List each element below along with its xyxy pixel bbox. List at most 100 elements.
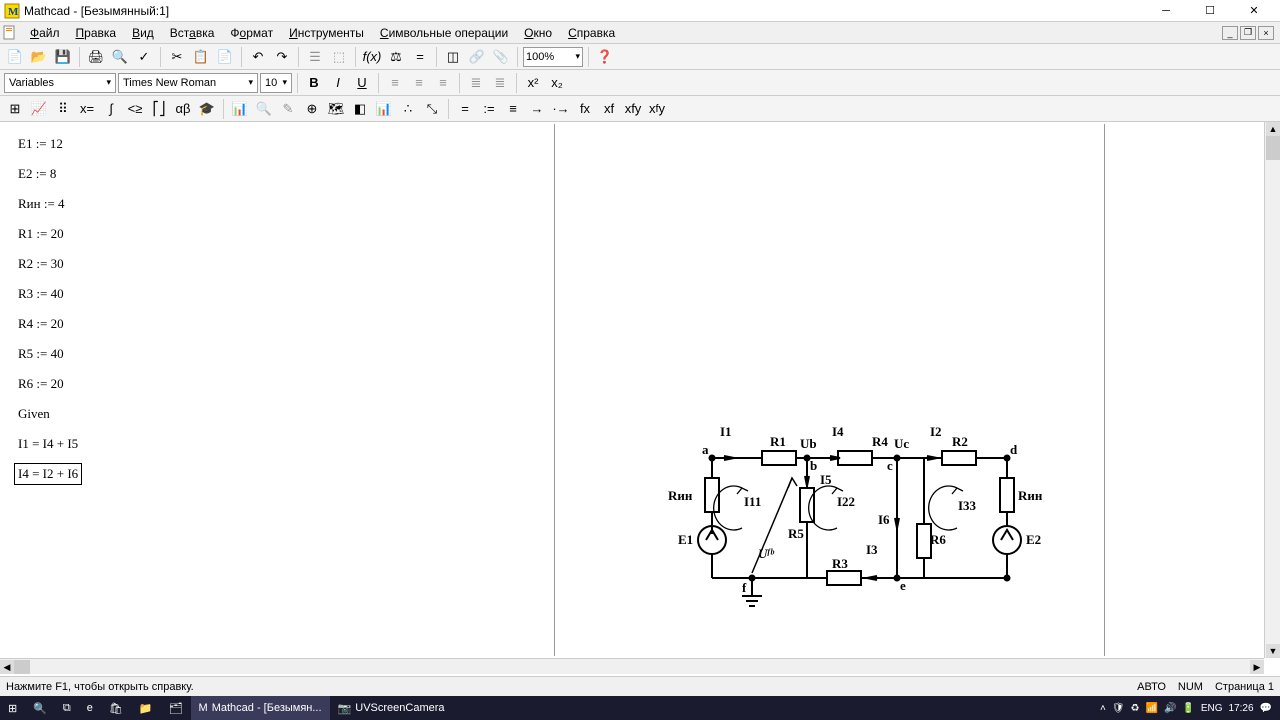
dot-arrow-button[interactable]: ·→ (550, 98, 572, 120)
open-button[interactable]: 📂 (28, 46, 50, 68)
menu-format[interactable]: Формат (222, 24, 281, 42)
search-button[interactable]: 🔍 (25, 696, 55, 720)
vector-plot-button[interactable]: ⤡ (421, 98, 443, 120)
unit-button[interactable]: ⚖ (385, 46, 407, 68)
taskbar-mathcad[interactable]: M Mathcad - [Безымян... (191, 696, 330, 720)
fx-button[interactable]: fx (574, 98, 596, 120)
size-combo[interactable]: 10 (260, 73, 292, 93)
align-right-button[interactable]: ≡ (432, 72, 454, 94)
matrix-palette[interactable]: ⠿ (52, 98, 74, 120)
tray-sync-icon[interactable]: ♻ (1131, 703, 1140, 714)
contour-plot-button[interactable]: ◧ (349, 98, 371, 120)
bold-button[interactable]: B (303, 72, 325, 94)
menu-edit[interactable]: Правка (68, 24, 125, 42)
close-button[interactable]: ✕ (1232, 1, 1276, 21)
explorer-button[interactable]: 🗂 (161, 696, 191, 720)
scroll-down-arrow[interactable]: ▼ (1266, 644, 1280, 658)
graph-palette[interactable]: 📈 (28, 98, 50, 120)
boolean-palette[interactable]: <≥ (124, 98, 146, 120)
document-area[interactable]: E1 := 12 E2 := 8 Rин := 4 R1 := 20 R2 :=… (2, 124, 1262, 656)
tray-chevron-icon[interactable]: ˄ (1100, 703, 1106, 714)
menu-symbolic[interactable]: Символьные операции (372, 24, 516, 42)
mdi-minimize[interactable]: _ (1222, 26, 1238, 40)
numbering-button[interactable]: ≣ (489, 72, 511, 94)
bool-equals-button[interactable]: ≡ (502, 98, 524, 120)
calculate-button[interactable]: = (409, 46, 431, 68)
bullets-button[interactable]: ≣ (465, 72, 487, 94)
paste-button[interactable]: 📄 (214, 46, 236, 68)
scroll-right-arrow[interactable]: ▶ (1250, 660, 1264, 674)
spellcheck-button[interactable]: ✓ (133, 46, 155, 68)
eq-eq1[interactable]: I1 = I4 + I5 (18, 436, 78, 452)
redo-button[interactable]: ↷ (271, 46, 293, 68)
scroll-up-arrow[interactable]: ▲ (1266, 122, 1280, 136)
filemanager-button[interactable]: 📁 (131, 696, 161, 720)
menu-help[interactable]: Справка (560, 24, 623, 42)
calculus-palette[interactable]: ∫ (100, 98, 122, 120)
xy-plot-button[interactable]: 📊 (229, 98, 251, 120)
cut-button[interactable]: ✂ (166, 46, 188, 68)
menu-view[interactable]: Вид (124, 24, 162, 42)
eq-given[interactable]: Given (18, 406, 50, 422)
trace-plot-button[interactable]: ✎ (277, 98, 299, 120)
polar-plot-button[interactable]: ⊕ (301, 98, 323, 120)
superscript-button[interactable]: x² (522, 72, 544, 94)
horizontal-scrollbar[interactable]: ◀ ▶ (0, 658, 1264, 674)
eq-R5[interactable]: R5 := 40 (18, 346, 64, 362)
print-button[interactable]: 🖨 (85, 46, 107, 68)
menu-window[interactable]: Окно (516, 24, 560, 42)
scatter-plot-button[interactable]: ∴ (397, 98, 419, 120)
subscript-button[interactable]: x₂ (546, 72, 568, 94)
greek-palette[interactable]: αβ (172, 98, 194, 120)
eq-R6[interactable]: R6 := 20 (18, 376, 64, 392)
xfy2-button[interactable]: xfy (646, 98, 668, 120)
eq-E2[interactable]: E2 := 8 (18, 166, 56, 182)
separate-regions-button[interactable]: ⬚ (328, 46, 350, 68)
menu-file[interactable]: Файл (22, 24, 68, 42)
eq-R2[interactable]: R2 := 30 (18, 256, 64, 272)
align-center-button[interactable]: ≡ (408, 72, 430, 94)
component-button[interactable]: ◫ (442, 46, 464, 68)
xfy-button[interactable]: xfy (622, 98, 644, 120)
eq-R1[interactable]: R1 := 20 (18, 226, 64, 242)
mdi-close[interactable]: × (1258, 26, 1274, 40)
tray-notifications-icon[interactable]: 💬 (1260, 703, 1272, 714)
vertical-scrollbar[interactable]: ▲ ▼ (1264, 122, 1280, 658)
menu-insert[interactable]: Вставка (162, 24, 223, 42)
symbolic-palette[interactable]: 🎓 (196, 98, 218, 120)
tray-battery-icon[interactable]: 🔋 (1182, 703, 1194, 714)
surface-plot-button[interactable]: 🗺 (325, 98, 347, 120)
copy-button[interactable]: 📋 (190, 46, 212, 68)
eq-R4[interactable]: R4 := 20 (18, 316, 64, 332)
reference-button[interactable]: 📎 (490, 46, 512, 68)
align-regions-button[interactable]: ☰ (304, 46, 326, 68)
underline-button[interactable]: U (351, 72, 373, 94)
font-combo[interactable]: Times New Roman (118, 73, 258, 93)
print-preview-button[interactable]: 🔍 (109, 46, 131, 68)
assign-button[interactable]: := (478, 98, 500, 120)
save-button[interactable]: 💾 (52, 46, 74, 68)
maximize-button[interactable]: ☐ (1188, 1, 1232, 21)
zoom-combo[interactable]: 100% (523, 47, 583, 67)
function-button[interactable]: f(x) (361, 46, 383, 68)
tray-volume-icon[interactable]: 🔊 (1164, 703, 1176, 714)
equals-button[interactable]: = (454, 98, 476, 120)
eq-E1[interactable]: E1 := 12 (18, 136, 63, 152)
taskbar-uvscreen[interactable]: 📷 UVScreenCamera (330, 696, 453, 720)
store-button[interactable]: 🛍 (101, 696, 131, 720)
tray-wifi-icon[interactable]: 📶 (1145, 703, 1157, 714)
eq-R3[interactable]: R3 := 40 (18, 286, 64, 302)
align-left-button[interactable]: ≡ (384, 72, 406, 94)
hscroll-thumb[interactable] (14, 660, 30, 674)
evaluation-palette[interactable]: x= (76, 98, 98, 120)
undo-button[interactable]: ↶ (247, 46, 269, 68)
programming-palette[interactable]: ⎡⎦ (148, 98, 170, 120)
italic-button[interactable]: I (327, 72, 349, 94)
tray-shield-icon[interactable]: 🛡 (1112, 703, 1125, 714)
vscroll-thumb[interactable] (1266, 136, 1280, 160)
eq-eq2-active[interactable]: I4 = I2 + I6 (14, 463, 82, 485)
workspace[interactable]: E1 := 12 E2 := 8 Rин := 4 R1 := 20 R2 :=… (0, 122, 1280, 674)
arrow-button[interactable]: → (526, 98, 548, 120)
menu-tools[interactable]: Инструменты (281, 24, 372, 42)
bar-plot-button[interactable]: 📊 (373, 98, 395, 120)
